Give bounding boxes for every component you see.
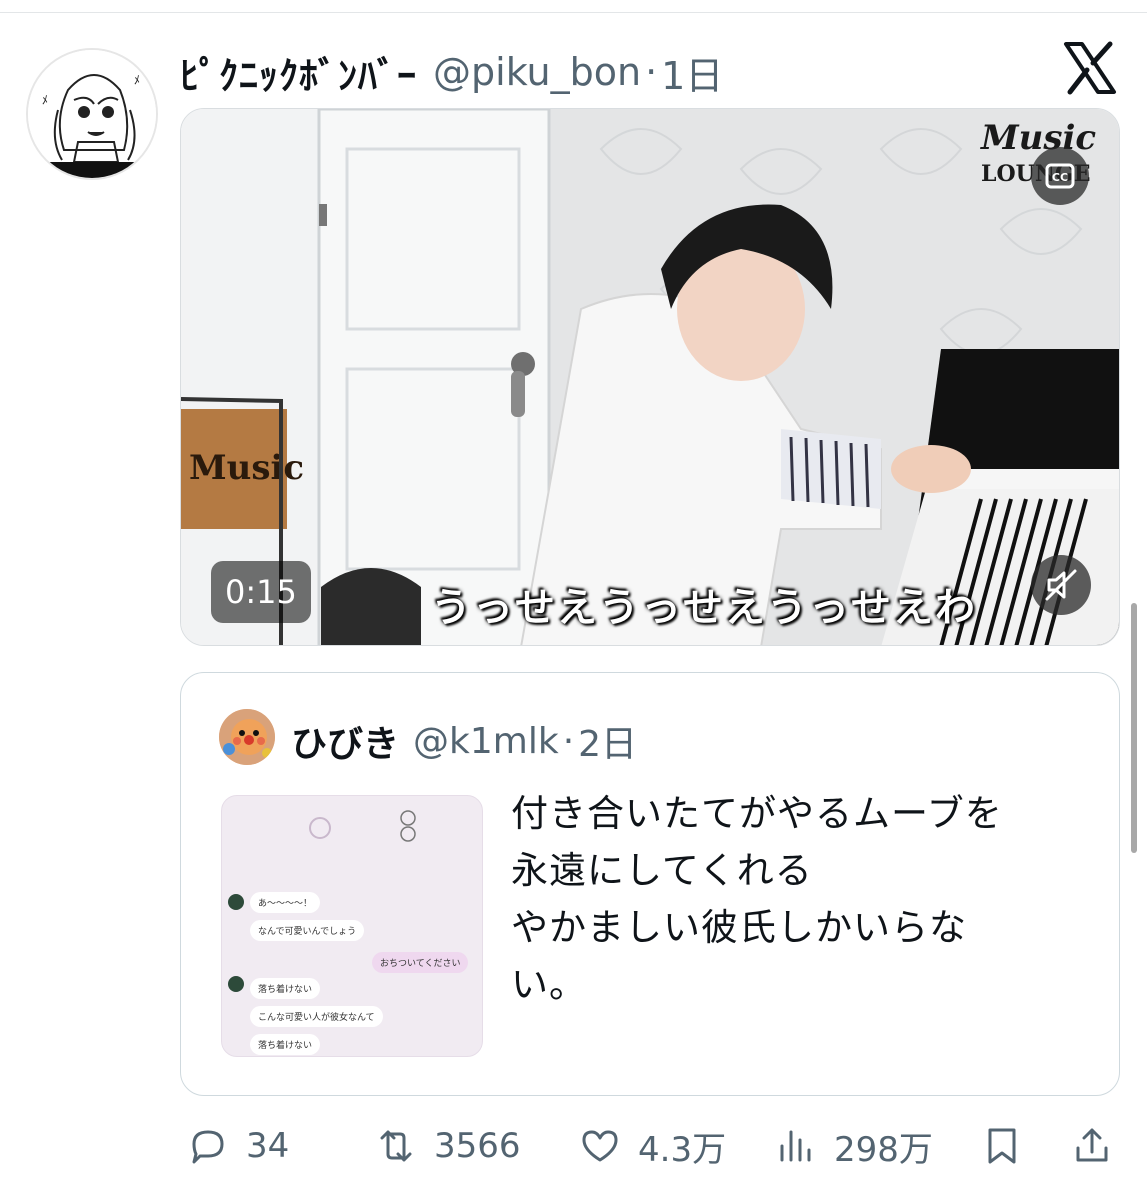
view-count: 298万: [834, 1129, 933, 1170]
video-timestamp: 0:15: [211, 561, 311, 623]
chat-message: こんな可愛い人が彼女なんて: [250, 1006, 383, 1027]
post-header: ﾋﾟｸﾆｯｸﾎﾞﾝﾊﾞｰ @piku_bon · 1日: [180, 44, 723, 100]
like-button[interactable]: 4.3万: [578, 1114, 726, 1178]
chat-message: 落ち着けない: [250, 978, 321, 999]
author-handle[interactable]: @piku_bon: [433, 50, 641, 94]
quoted-text-line: い。: [511, 963, 587, 1006]
closed-captions-button[interactable]: CC: [1031, 147, 1089, 205]
heart-icon: [582, 1130, 618, 1162]
chat-message: なんで可愛いんでしょう: [250, 920, 365, 941]
quoted-text-line: 永遠にしてくれる: [511, 849, 813, 892]
quoted-post-header: ひびき @k1mlk · 2日: [291, 713, 637, 769]
quoted-avatar-illustration: [219, 709, 275, 765]
share-icon: [1076, 1128, 1108, 1162]
analytics-icon: [780, 1130, 811, 1162]
quoted-post[interactable]: ひびき @k1mlk · 2日 あ〜〜〜〜！ なんで可愛いんでしょう おちついて…: [180, 672, 1120, 1096]
x-logo-icon: [1062, 40, 1118, 96]
share-button[interactable]: [1070, 1114, 1114, 1178]
reply-button[interactable]: 34: [186, 1114, 289, 1178]
repost-count: 3566: [434, 1126, 521, 1166]
svg-text:ﾒ: ﾒ: [134, 73, 140, 87]
mute-button[interactable]: [1031, 555, 1091, 615]
avatar-illustration: ﾒ ﾒ: [28, 50, 156, 178]
quoted-author-handle: @k1mlk: [413, 720, 559, 762]
quoted-author-display-name: ひびき: [291, 724, 400, 765]
cc-icon: CC: [1045, 163, 1075, 189]
svg-text:Music: Music: [189, 448, 304, 488]
bookmark-icon: [988, 1128, 1016, 1164]
chat-avatar-icon: [228, 894, 244, 910]
scrollbar-thumb[interactable]: [1131, 603, 1137, 853]
quoted-image-thumbnail[interactable]: あ〜〜〜〜！ なんで可愛いんでしょう おちついてください 落ち着けない こんな可…: [221, 795, 483, 1057]
quoted-post-time: 2日: [578, 724, 638, 765]
repost-button[interactable]: 3566: [374, 1114, 521, 1178]
chat-message: おちついてください: [372, 952, 469, 973]
top-divider: [0, 12, 1147, 13]
like-count: 4.3万: [638, 1129, 727, 1170]
author-avatar[interactable]: ﾒ ﾒ: [26, 48, 158, 180]
author-display-name[interactable]: ﾋﾟｸﾆｯｸﾎﾞﾝﾊﾞｰ: [180, 45, 417, 100]
quoted-text-line: 付き合いたてがやるムーブを: [511, 792, 1003, 835]
header-separator: ·: [645, 50, 658, 94]
svg-text:ﾒ: ﾒ: [42, 93, 48, 107]
reply-count: 34: [246, 1126, 290, 1166]
video-frame: Music Music LOUNGE: [181, 109, 1119, 645]
chat-avatar-icon: [228, 976, 244, 992]
video-subtitle: うっせえうっせえうっせえわ: [431, 585, 977, 631]
post-time[interactable]: 1日: [661, 45, 723, 100]
quoted-author-avatar[interactable]: [219, 709, 275, 765]
svg-text:CC: CC: [1052, 171, 1068, 184]
bookmark-button[interactable]: [980, 1114, 1024, 1178]
action-bar: 34 3566 4.3万 298万: [180, 1114, 1120, 1178]
reply-icon: [192, 1130, 224, 1164]
quoted-header-separator: ·: [562, 720, 575, 762]
speaker-muted-icon: [1045, 569, 1077, 601]
quoted-text-line: やかましい彼氏しかいらな: [511, 906, 967, 949]
repost-icon: [380, 1130, 412, 1162]
chat-message: あ〜〜〜〜！: [250, 892, 321, 913]
video-player[interactable]: Music Music LOUNGE CC 0:15 うっせえうっせえ: [180, 108, 1120, 646]
quoted-post-text: 付き合いたてがやるムーブを 永遠にしてくれる やかましい彼氏しかいらな い。: [511, 785, 1071, 1013]
views-button[interactable]: 298万: [774, 1114, 933, 1178]
chat-message: 落ち着けない: [250, 1034, 321, 1055]
